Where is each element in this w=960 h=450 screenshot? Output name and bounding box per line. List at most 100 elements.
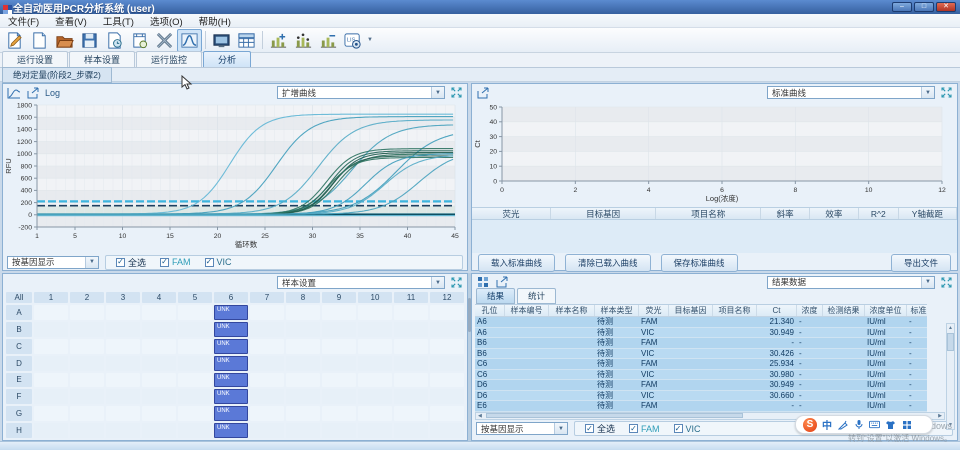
plate-col-header-5[interactable]: 5 xyxy=(178,292,212,303)
well-F4[interactable] xyxy=(142,389,176,404)
well-D6[interactable]: UNK xyxy=(214,356,248,371)
expand-icon[interactable] xyxy=(939,87,953,99)
well-E6[interactable]: UNK xyxy=(214,373,248,388)
plate-row-header-E[interactable]: E xyxy=(6,373,32,388)
results-tab-1[interactable]: 统计 xyxy=(517,288,556,304)
keyboard-icon[interactable] xyxy=(869,419,880,431)
well-H6[interactable]: UNK xyxy=(214,423,248,438)
expand-icon[interactable] xyxy=(939,276,953,288)
sogou-logo-icon[interactable]: S xyxy=(803,418,817,432)
well-D5[interactable] xyxy=(178,356,212,371)
report-settings-icon[interactable] xyxy=(127,29,152,52)
plate-col-header-11[interactable]: 11 xyxy=(394,292,428,303)
gene-display-dropdown[interactable]: 按基因显示▼ xyxy=(476,422,568,435)
plate-col-header-10[interactable]: 10 xyxy=(358,292,392,303)
vic-checkbox[interactable]: ✓VIC xyxy=(674,424,701,434)
well-G11[interactable] xyxy=(394,406,428,421)
well-B12[interactable] xyxy=(430,322,464,337)
well-H10[interactable] xyxy=(358,423,392,438)
checkbox-checked-icon[interactable]: ✓ xyxy=(585,424,594,433)
well-F12[interactable] xyxy=(430,389,464,404)
well-G2[interactable] xyxy=(70,406,104,421)
plate-row-header-B[interactable]: B xyxy=(6,322,32,337)
checkbox-checked-icon[interactable]: ✓ xyxy=(629,424,638,433)
plate-col-header-2[interactable]: 2 xyxy=(70,292,104,303)
results-col-0[interactable]: 孔位 xyxy=(475,305,505,316)
plate-col-header-9[interactable]: 9 xyxy=(322,292,356,303)
well-B7[interactable] xyxy=(250,322,284,337)
export-chart-icon[interactable] xyxy=(495,276,509,288)
checkbox-checked-icon[interactable]: ✓ xyxy=(674,424,683,433)
checkbox-checked-icon[interactable]: ✓ xyxy=(205,258,214,267)
select-all-checkbox[interactable]: ✓全选 xyxy=(585,422,615,435)
well-A11[interactable] xyxy=(394,305,428,320)
chevron-down-icon[interactable]: ▼ xyxy=(921,277,934,288)
well-H8[interactable] xyxy=(286,423,320,438)
plate-col-header-6[interactable]: 6 xyxy=(214,292,248,303)
well-H7[interactable] xyxy=(250,423,284,438)
well-H9[interactable] xyxy=(322,423,356,438)
well-G7[interactable] xyxy=(250,406,284,421)
plate-col-header-8[interactable]: 8 xyxy=(286,292,320,303)
well-E4[interactable] xyxy=(142,373,176,388)
plate-row-header-C[interactable]: C xyxy=(6,339,32,354)
plate-col-header-7[interactable]: 7 xyxy=(250,292,284,303)
well-G12[interactable] xyxy=(430,406,464,421)
curve-display-icon[interactable] xyxy=(7,87,21,99)
well-D1[interactable] xyxy=(34,356,68,371)
minimize-button[interactable]: ‒ xyxy=(892,2,912,12)
menu-item-0[interactable]: 文件(F) xyxy=(0,14,47,28)
toolbar-dropdown-caret-icon[interactable]: ▼ xyxy=(367,37,373,43)
plate-col-header-4[interactable]: 4 xyxy=(142,292,176,303)
well-C6[interactable]: UNK xyxy=(214,339,248,354)
well-E3[interactable] xyxy=(106,373,140,388)
chevron-down-icon[interactable]: ▼ xyxy=(554,423,567,434)
well-E5[interactable] xyxy=(178,373,212,388)
table-row[interactable]: B6待测VIC30.426-IU/ml- xyxy=(475,349,927,360)
well-A10[interactable] xyxy=(358,305,392,320)
ime-toolbar[interactable]: S 中 xyxy=(795,415,933,434)
menu-item-2[interactable]: 工具(T) xyxy=(95,14,142,28)
results-col-1[interactable]: 样本编号 xyxy=(505,305,549,316)
well-B1[interactable] xyxy=(34,322,68,337)
scroll-thumb[interactable] xyxy=(947,333,954,351)
standard-curve-chart[interactable]: 01020304050024681012Log(浓度)Ct xyxy=(472,101,953,205)
well-blocks-icon[interactable] xyxy=(476,276,490,288)
well-A4[interactable] xyxy=(142,305,176,320)
well-F2[interactable] xyxy=(70,389,104,404)
well-A8[interactable] xyxy=(286,305,320,320)
well-G5[interactable] xyxy=(178,406,212,421)
results-col-7[interactable]: Ct xyxy=(757,305,797,316)
log-toggle[interactable]: Log xyxy=(45,88,60,98)
table-row[interactable]: D6待测VIC30.660-IU/ml- xyxy=(475,391,927,402)
results-col-3[interactable]: 样本类型 xyxy=(595,305,639,316)
well-D4[interactable] xyxy=(142,356,176,371)
select-all-checkbox[interactable]: ✓全选 xyxy=(116,256,146,269)
well-B9[interactable] xyxy=(322,322,356,337)
well-D10[interactable] xyxy=(358,356,392,371)
well-G3[interactable] xyxy=(106,406,140,421)
gene-display-dropdown[interactable]: 按基因显示▼ xyxy=(7,256,99,269)
well-E11[interactable] xyxy=(394,373,428,388)
expand-icon[interactable] xyxy=(449,277,463,289)
analysis-curve-icon[interactable] xyxy=(177,29,202,52)
well-A3[interactable] xyxy=(106,305,140,320)
well-F5[interactable] xyxy=(178,389,212,404)
amp-view-dropdown[interactable]: 扩增曲线▼ xyxy=(277,86,445,99)
well-D7[interactable] xyxy=(250,356,284,371)
well-A6[interactable]: UNK xyxy=(214,305,248,320)
scroll-left-icon[interactable]: ◀ xyxy=(476,413,484,419)
export-file-button[interactable]: 导出文件 xyxy=(891,254,951,272)
plate-col-header-12[interactable]: 12 xyxy=(430,292,464,303)
well-F1[interactable] xyxy=(34,389,68,404)
menu-item-3[interactable]: 选项(O) xyxy=(142,14,191,28)
chart-points-icon[interactable] xyxy=(291,29,316,52)
well-D9[interactable] xyxy=(322,356,356,371)
well-F6[interactable]: UNK xyxy=(214,389,248,404)
well-F9[interactable] xyxy=(322,389,356,404)
well-A12[interactable] xyxy=(430,305,464,320)
well-B11[interactable] xyxy=(394,322,428,337)
well-F11[interactable] xyxy=(394,389,428,404)
results-col-6[interactable]: 项目名称 xyxy=(713,305,757,316)
table-row[interactable]: C6待测VIC30.980-IU/ml- xyxy=(475,370,927,381)
